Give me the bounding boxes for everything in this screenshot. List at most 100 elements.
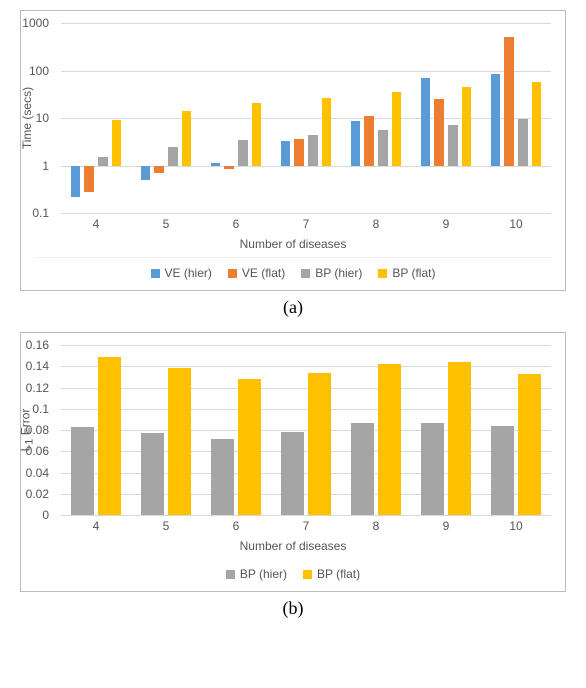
bar [141, 433, 164, 515]
bar [322, 98, 331, 166]
legend-label: VE (flat) [242, 266, 285, 280]
caption-a: (a) [0, 297, 586, 318]
caption-b: (b) [0, 598, 586, 619]
bar [211, 439, 234, 516]
bar [98, 157, 107, 165]
chart-b-panel: L1 Error 00.020.040.060.080.10.120.140.1… [20, 332, 566, 592]
bar [491, 426, 514, 515]
bar [84, 166, 93, 192]
legend-swatch [303, 570, 312, 579]
bar-group [481, 23, 551, 213]
bar [294, 139, 303, 165]
x-tick-label: 10 [509, 217, 522, 231]
legend-swatch [151, 269, 160, 278]
x-tick-label: 10 [509, 519, 522, 533]
bar [281, 141, 290, 166]
chart-a-ylabel: Time (secs) [20, 87, 34, 149]
legend-label: VE (hier) [165, 266, 212, 280]
bar [491, 74, 500, 166]
legend-swatch [378, 269, 387, 278]
bar [154, 166, 163, 173]
bar [518, 119, 527, 165]
bars-container [61, 345, 551, 515]
x-tick-label: 8 [373, 217, 380, 231]
bar [238, 140, 247, 166]
legend-item: BP (flat) [378, 266, 435, 280]
bar [351, 121, 360, 165]
bar [504, 37, 513, 165]
bar-group [481, 345, 551, 515]
legend-item: BP (hier) [226, 567, 287, 581]
bar [308, 373, 331, 515]
bar [168, 147, 177, 165]
bar [238, 379, 261, 515]
bar-group [131, 345, 201, 515]
bar [448, 362, 471, 515]
legend-label: BP (hier) [315, 266, 362, 280]
legend-swatch [228, 269, 237, 278]
legend-label: BP (flat) [317, 567, 360, 581]
legend-swatch [226, 570, 235, 579]
bar [421, 423, 444, 515]
bar [351, 423, 374, 515]
chart-b-plot: L1 Error 00.020.040.060.080.10.120.140.1… [61, 345, 551, 515]
legend-item: VE (hier) [151, 266, 212, 280]
x-tick-label: 8 [373, 519, 380, 533]
bar-group [131, 23, 201, 213]
legend-swatch [301, 269, 310, 278]
bar [392, 92, 401, 165]
bar [71, 166, 80, 197]
bar [252, 103, 261, 166]
bars-container [61, 23, 551, 213]
chart-b-xlabels: 45678910 [61, 519, 551, 535]
x-tick-label: 7 [303, 217, 310, 231]
x-tick-label: 6 [233, 217, 240, 231]
bar-group [201, 345, 271, 515]
x-tick-label: 4 [93, 519, 100, 533]
x-tick-label: 4 [93, 217, 100, 231]
bar [112, 120, 121, 166]
bar [308, 135, 317, 165]
x-tick-label: 6 [233, 519, 240, 533]
bar [182, 111, 191, 165]
bar [168, 368, 191, 515]
bar [141, 166, 150, 180]
legend-item: BP (hier) [301, 266, 362, 280]
chart-a-plot: Time (secs) 0.11101001000 [61, 23, 551, 213]
bar [211, 163, 220, 166]
x-tick-label: 9 [443, 217, 450, 231]
bar-group [61, 345, 131, 515]
bar-group [201, 23, 271, 213]
bar-group [271, 23, 341, 213]
bar-group [411, 345, 481, 515]
gridline [61, 515, 551, 516]
bar [462, 87, 471, 166]
chart-b-legend: BP (hier) BP (flat) [35, 559, 551, 591]
chart-a-xlabels: 4 5 6 7 8 9 10 [61, 217, 551, 233]
bar [364, 116, 373, 165]
legend-label: BP (hier) [240, 567, 287, 581]
bar-group [341, 23, 411, 213]
bar [434, 99, 443, 165]
chart-b-xlabel: Number of diseases [21, 539, 565, 553]
legend-item: BP (flat) [303, 567, 360, 581]
bar-group [61, 23, 131, 213]
bar [378, 364, 401, 515]
x-tick-label: 5 [163, 519, 170, 533]
gridline [61, 213, 551, 214]
bar-group [411, 23, 481, 213]
bar [378, 130, 387, 165]
bar [281, 432, 304, 515]
chart-a-legend: VE (hier) VE (flat) BP (hier) BP (flat) [35, 257, 551, 290]
legend-label: BP (flat) [392, 266, 435, 280]
bar [518, 374, 541, 515]
x-tick-label: 5 [163, 217, 170, 231]
x-tick-label: 9 [443, 519, 450, 533]
bar [224, 166, 233, 169]
chart-a-xlabel: Number of diseases [21, 237, 565, 251]
bar [71, 427, 94, 515]
bar-group [341, 345, 411, 515]
bar [448, 125, 457, 165]
chart-a-panel: Time (secs) 0.11101001000 4 5 6 7 8 9 10 Numbe… [20, 10, 566, 291]
legend-item: VE (flat) [228, 266, 285, 280]
